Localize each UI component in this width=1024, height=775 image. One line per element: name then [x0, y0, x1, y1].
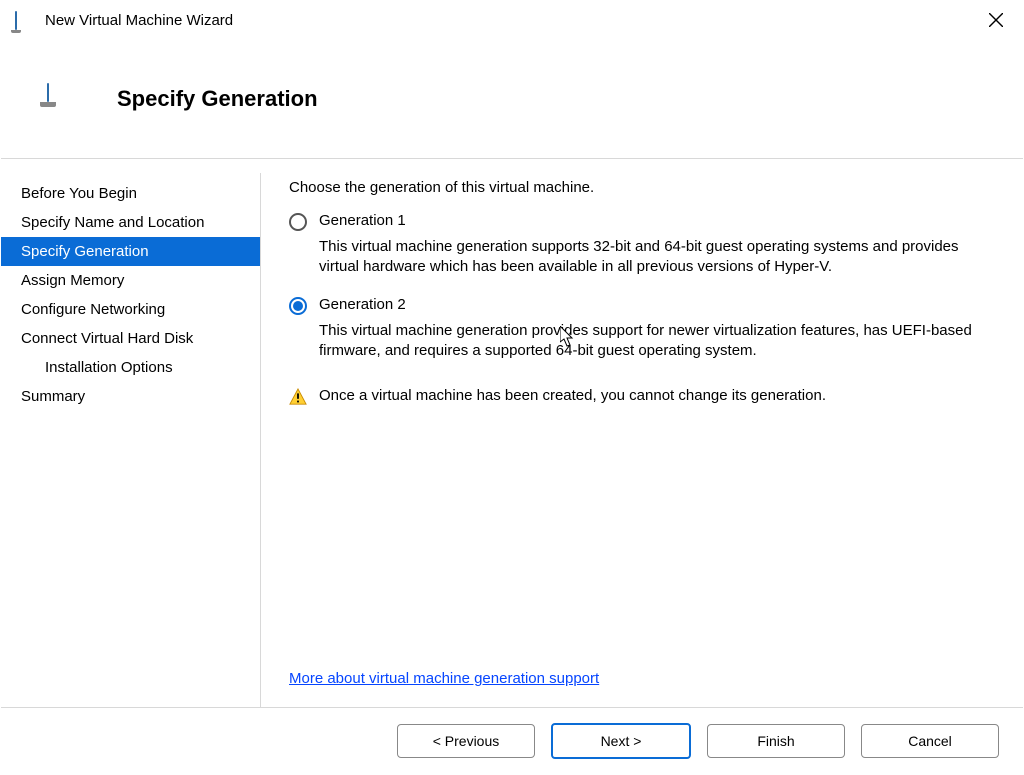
finish-button[interactable]: Finish	[707, 724, 845, 758]
app-icon	[15, 12, 35, 28]
close-icon	[989, 13, 1003, 27]
page-banner: Specify Generation	[1, 40, 1023, 159]
warning-text: Once a virtual machine has been created,…	[319, 387, 826, 404]
wizard-steps-sidebar: Before You BeginSpecify Name and Locatio…	[1, 173, 261, 707]
wizard-window: New Virtual Machine Wizard Specify Gener…	[0, 0, 1024, 775]
close-button[interactable]	[973, 4, 1019, 36]
sidebar-step-2[interactable]: Specify Generation	[1, 237, 260, 266]
generation-label-1[interactable]: Generation 1	[319, 212, 406, 229]
wizard-footer: < Previous Next > Finish Cancel	[1, 707, 1023, 774]
window-title: New Virtual Machine Wizard	[45, 12, 973, 29]
generation-description-2: This virtual machine generation provides…	[319, 321, 995, 362]
generation-description-1: This virtual machine generation supports…	[319, 237, 995, 278]
page-heading: Specify Generation	[117, 86, 318, 112]
generation-radio-1[interactable]	[289, 213, 307, 231]
warning-icon	[289, 388, 307, 406]
cancel-button[interactable]: Cancel	[861, 724, 999, 758]
sidebar-step-0[interactable]: Before You Begin	[1, 179, 260, 208]
more-about-generation-link[interactable]: More about virtual machine generation su…	[289, 670, 599, 687]
prompt-text: Choose the generation of this virtual ma…	[289, 179, 995, 196]
generation-option-1: Generation 1	[289, 212, 995, 231]
sidebar-step-7[interactable]: Summary	[1, 382, 260, 411]
next-button[interactable]: Next >	[551, 723, 691, 759]
warning-row: Once a virtual machine has been created,…	[289, 387, 995, 406]
generation-label-2[interactable]: Generation 2	[319, 296, 406, 313]
previous-button[interactable]: < Previous	[397, 724, 535, 758]
generation-radio-2[interactable]	[289, 297, 307, 315]
sidebar-step-6[interactable]: Installation Options	[1, 353, 260, 382]
monitor-icon	[47, 84, 83, 114]
sidebar-step-5[interactable]: Connect Virtual Hard Disk	[1, 324, 260, 353]
wizard-body: Before You BeginSpecify Name and Locatio…	[1, 159, 1023, 707]
sidebar-step-4[interactable]: Configure Networking	[1, 295, 260, 324]
wizard-content: Choose the generation of this virtual ma…	[261, 173, 1023, 707]
generation-option-2: Generation 2	[289, 296, 995, 315]
titlebar: New Virtual Machine Wizard	[1, 1, 1023, 40]
sidebar-step-3[interactable]: Assign Memory	[1, 266, 260, 295]
sidebar-step-1[interactable]: Specify Name and Location	[1, 208, 260, 237]
